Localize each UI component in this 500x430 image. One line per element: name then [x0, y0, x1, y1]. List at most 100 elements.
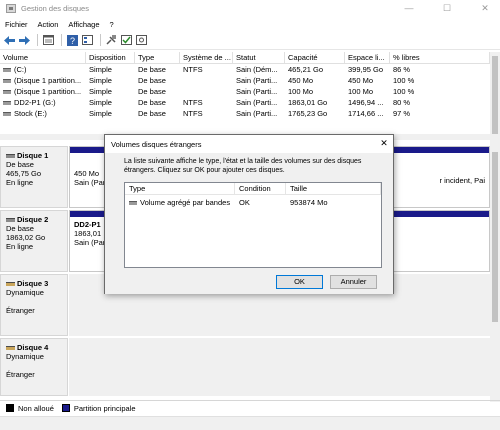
- maximize-button[interactable]: ☐: [434, 0, 460, 17]
- col-condition[interactable]: Condition: [235, 183, 286, 194]
- volume-name: Stock (E:): [14, 109, 47, 118]
- col-filesystem[interactable]: Système de ...: [180, 52, 233, 63]
- foreign-disk-icon: [6, 346, 15, 351]
- disk-status: Étranger: [6, 306, 35, 315]
- col-size[interactable]: Taille: [286, 183, 381, 194]
- disk-status: En ligne: [6, 178, 34, 187]
- cell: Simple: [89, 87, 112, 96]
- table-row[interactable]: Stock (E:) Simple De base NTFS Sain (Par…: [0, 108, 490, 119]
- volume-icon: [129, 201, 137, 206]
- disk-4-space: [69, 338, 490, 396]
- col-status[interactable]: Statut: [233, 52, 285, 63]
- check-icon[interactable]: [120, 34, 133, 47]
- cell: Simple: [89, 98, 112, 107]
- minimize-button[interactable]: —: [396, 0, 422, 17]
- cell: Simple: [89, 76, 112, 85]
- cell: NTFS: [183, 109, 203, 118]
- volume-table-header: Volume Disposition Type Système de ... S…: [0, 52, 490, 64]
- disk-management-icon: [6, 4, 16, 13]
- volume-icon: [3, 68, 11, 73]
- table-row[interactable]: (Disque 1 partition... Simple De base Sa…: [0, 86, 490, 97]
- disk-list-icon[interactable]: [81, 34, 94, 47]
- disk-2-label[interactable]: Disque 2 De base 1863,02 Go En ligne: [0, 210, 68, 272]
- disk-3-label[interactable]: Disque 3 Dynamique Étranger: [0, 274, 68, 336]
- volume-name: DD2-P1 (G:): [14, 98, 56, 107]
- disk-type: De base: [6, 224, 34, 233]
- toolbar-separator: [100, 34, 101, 46]
- table-row[interactable]: (Disque 1 partition... Simple De base Sa…: [0, 75, 490, 86]
- disk-1-label[interactable]: Disque 1 De base 465,75 Go En ligne: [0, 146, 68, 208]
- cell: Sain (Parti...: [236, 76, 278, 85]
- dialog-close-button[interactable]: ✕: [375, 135, 393, 153]
- menu-fichier[interactable]: Fichier: [0, 20, 33, 29]
- help-icon[interactable]: ?: [66, 34, 79, 47]
- col-capacity[interactable]: Capacité: [285, 52, 345, 63]
- foreign-volumes-list: Type Condition Taille Volume agrégé par …: [124, 182, 382, 268]
- ok-button[interactable]: OK: [276, 275, 323, 289]
- legend-unallocated: Non alloué: [18, 403, 54, 413]
- toolbar-separator: [37, 34, 38, 46]
- table-row[interactable]: DD2-P1 (G:) Simple De base NTFS Sain (Pa…: [0, 97, 490, 108]
- forward-icon[interactable]: [18, 34, 31, 47]
- close-button[interactable]: ✕: [472, 0, 498, 17]
- cell: De base: [138, 65, 166, 74]
- cell: De base: [138, 109, 166, 118]
- back-icon[interactable]: [3, 34, 16, 47]
- partition-status: r incident, Pai: [439, 176, 485, 185]
- toolbar-separator: [61, 34, 62, 46]
- properties-icon[interactable]: [42, 34, 55, 47]
- dialog-title-bar: Volumes disques étrangers: [105, 135, 393, 153]
- cell: 465,21 Go: [288, 65, 324, 74]
- cell: 100 %: [393, 76, 415, 85]
- menu-bar: Fichier Action Affichage ?: [0, 17, 500, 31]
- disk-icon: [6, 218, 15, 223]
- cell: Simple: [89, 65, 112, 74]
- svg-text:?: ?: [70, 36, 75, 46]
- disk-type: De base: [6, 160, 34, 169]
- cell: 1714,66 ...: [348, 109, 384, 118]
- disk-name: Disque 4: [17, 343, 49, 352]
- col-type[interactable]: Type: [125, 183, 235, 194]
- cell: 100 Mo: [348, 87, 374, 96]
- unallocated-swatch: [6, 404, 14, 412]
- col-percent-free[interactable]: % libres: [390, 52, 490, 63]
- cell: Sain (Parti...: [236, 98, 278, 107]
- settings-icon[interactable]: [135, 34, 148, 47]
- volume-icon: [3, 112, 11, 117]
- scrollbar-thumb[interactable]: [492, 152, 498, 322]
- disk-4-label[interactable]: Disque 4 Dynamique Étranger: [0, 338, 68, 396]
- window-title: Gestion des disques: [21, 4, 89, 13]
- menu-action[interactable]: Action: [33, 20, 64, 29]
- vertical-scrollbar[interactable]: [490, 52, 500, 402]
- dialog-body: La liste suivante affiche le type, l'éta…: [105, 153, 393, 294]
- volume-name: (Disque 1 partition...: [14, 76, 82, 85]
- cell: 450 Mo: [288, 76, 314, 85]
- disk-name: Disque 1: [17, 151, 49, 160]
- table-row[interactable]: (C:) Simple De base NTFS Sain (Dém... 46…: [0, 64, 490, 75]
- col-volume[interactable]: Volume: [0, 52, 86, 63]
- cell: 80 %: [393, 98, 411, 107]
- dialog-description: La liste suivante affiche le type, l'éta…: [124, 158, 362, 174]
- scrollbar-thumb[interactable]: [492, 56, 498, 134]
- disk-status: Étranger: [6, 370, 35, 379]
- cell: 450 Mo: [348, 76, 374, 85]
- menu-affichage[interactable]: Affichage: [63, 20, 104, 29]
- cell: 86 %: [393, 65, 411, 74]
- cell: De base: [138, 98, 166, 107]
- cell: Sain (Dém...: [236, 65, 278, 74]
- volume-icon: [3, 79, 11, 84]
- menu-help[interactable]: ?: [105, 20, 119, 29]
- volume-icon: [3, 101, 11, 106]
- col-free-space[interactable]: Espace li...: [345, 52, 390, 63]
- list-item[interactable]: Volume agrégé par bandes OK 953874 Mo: [125, 197, 381, 209]
- col-disposition[interactable]: Disposition: [86, 52, 135, 63]
- cell: Sain (Parti...: [236, 109, 278, 118]
- cancel-button[interactable]: Annuler: [330, 275, 377, 289]
- cell: 1496,94 ...: [348, 98, 384, 107]
- connect-icon[interactable]: [105, 34, 118, 47]
- col-type[interactable]: Type: [135, 52, 180, 63]
- status-bar: [0, 416, 500, 430]
- volume-name: (C:): [14, 65, 27, 74]
- legend-primary: Partition principale: [73, 403, 136, 413]
- disk-size: 465,75 Go: [6, 169, 42, 178]
